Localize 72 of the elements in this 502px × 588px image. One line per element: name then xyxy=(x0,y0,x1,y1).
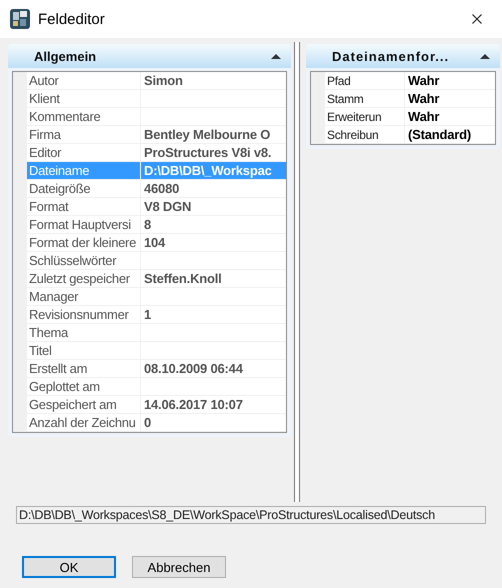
property-label: Gespeichert am xyxy=(27,396,141,414)
property-row[interactable]: Format der kleinere 104 xyxy=(13,234,286,252)
property-label: Anzahl der Zeichnu xyxy=(27,414,141,432)
property-row[interactable]: Geplottet am xyxy=(13,378,286,396)
property-value: Simon xyxy=(141,72,286,90)
window-title: Feldeditor xyxy=(38,10,106,28)
property-label: Erweiterun xyxy=(325,108,405,126)
path-field[interactable]: D:\DB\DB\_Workspaces\S8_DE\WorkSpace\ProStructures\Localised\Deutsch xyxy=(16,506,486,524)
property-label: Dateigröße xyxy=(27,180,141,198)
property-value: D:\DB\DB\_Workspac xyxy=(141,162,286,180)
property-label: Dateiname xyxy=(27,162,141,180)
property-label: Stamm xyxy=(325,90,405,108)
property-row[interactable]: Format V8 DGN xyxy=(13,198,286,216)
property-value: 46080 xyxy=(141,180,286,198)
property-value: Bentley Melbourne O xyxy=(141,126,286,144)
property-value: Steffen.Knoll xyxy=(141,270,286,288)
property-value: 14.06.2017 10:07 xyxy=(141,396,286,414)
property-label: Firma xyxy=(27,126,141,144)
property-label: Geplottet am xyxy=(27,378,141,396)
property-label: Titel xyxy=(27,342,141,360)
property-value: (Standard) xyxy=(405,126,495,144)
property-label: Pfad xyxy=(325,72,405,90)
property-row[interactable]: Autor Simon xyxy=(13,72,286,90)
property-label: Zuletzt gespeicher xyxy=(27,270,141,288)
property-value: Wahr xyxy=(405,72,495,90)
property-row[interactable]: Klient xyxy=(13,90,286,108)
property-row[interactable]: Pfad Wahr xyxy=(311,72,495,90)
property-label: Revisionsnummer xyxy=(27,306,141,324)
property-value: Wahr xyxy=(405,90,495,108)
collapse-icon[interactable] xyxy=(480,54,490,58)
app-icon xyxy=(10,9,30,29)
property-row[interactable]: Revisionsnummer 1 xyxy=(13,306,286,324)
property-row[interactable]: Thema xyxy=(13,324,286,342)
property-row[interactable]: Stamm Wahr xyxy=(311,90,495,108)
property-label: Format der kleinere xyxy=(27,234,141,252)
property-row[interactable]: Kommentare xyxy=(13,108,286,126)
cancel-button[interactable]: Abbrechen xyxy=(132,556,226,578)
property-row[interactable]: Zuletzt gespeicher Steffen.Knoll xyxy=(13,270,286,288)
property-label: Kommentare xyxy=(27,108,141,126)
property-value: 0 xyxy=(141,414,286,432)
property-value: Wahr xyxy=(405,108,495,126)
panel-title: Allgemein xyxy=(33,48,96,64)
property-label: Thema xyxy=(27,324,141,342)
property-row[interactable]: Format Hauptversi 8 xyxy=(13,216,286,234)
property-label: Format xyxy=(27,198,141,216)
property-value: 1 xyxy=(141,306,286,324)
property-value: V8 DGN xyxy=(141,198,286,216)
property-label: Format Hauptversi xyxy=(27,216,141,234)
collapse-icon[interactable] xyxy=(271,54,281,58)
property-value: 8 xyxy=(141,216,286,234)
property-row[interactable]: Titel xyxy=(13,342,286,360)
property-label: Erstellt am xyxy=(27,360,141,378)
property-row[interactable]: Manager xyxy=(13,288,286,306)
property-label: Schreibun xyxy=(325,126,405,144)
close-icon[interactable] xyxy=(472,14,482,24)
property-row[interactable]: Schreibun (Standard) xyxy=(311,126,495,144)
property-row[interactable]: Anzahl der Zeichnu 0 xyxy=(13,414,286,432)
property-value: 104 xyxy=(141,234,286,252)
property-row[interactable]: Firma Bentley Melbourne O xyxy=(13,126,286,144)
property-row[interactable]: Erweiterun Wahr xyxy=(311,108,495,126)
property-row[interactable]: Schlüsselwörter xyxy=(13,252,286,270)
property-label: Manager xyxy=(27,288,141,306)
property-row[interactable]: Dateigröße 46080 xyxy=(13,180,286,198)
property-row[interactable]: Erstellt am 08.10.2009 06:44 xyxy=(13,360,286,378)
property-label: Klient xyxy=(27,90,141,108)
property-row[interactable]: Gespeichert am 14.06.2017 10:07 xyxy=(13,396,286,414)
property-value: 08.10.2009 06:44 xyxy=(141,360,286,378)
ok-button[interactable]: OK xyxy=(22,556,116,578)
property-label: Autor xyxy=(27,72,141,90)
panel-title: Dateinamenfor... xyxy=(331,48,450,64)
splitter-handle[interactable] xyxy=(294,42,300,502)
property-label: Schlüsselwörter xyxy=(27,252,141,270)
